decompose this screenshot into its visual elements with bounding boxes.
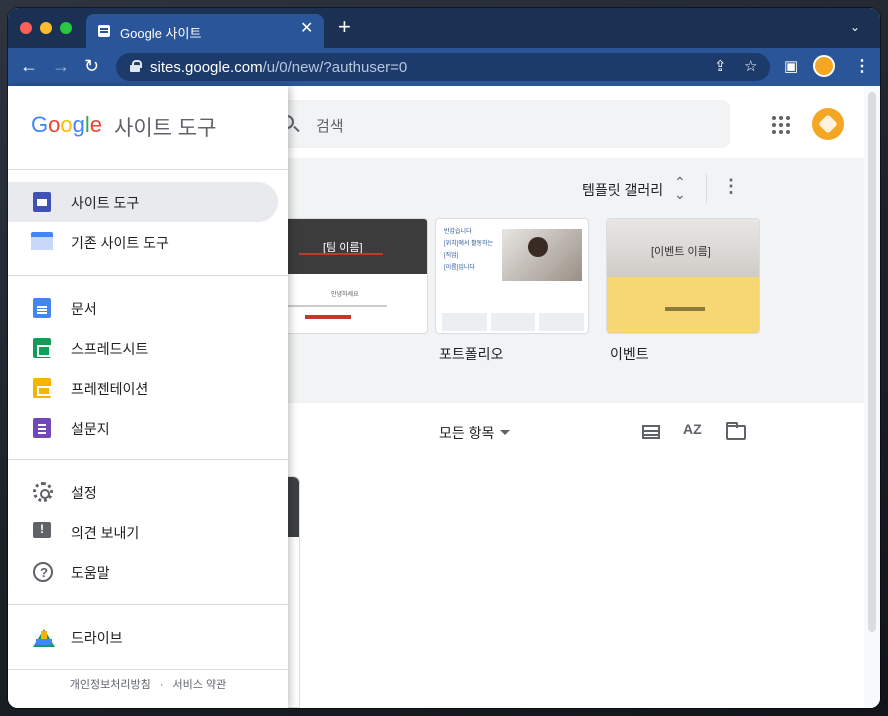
drawer-footer: 개인정보처리방침 · 서비스 약관: [8, 676, 288, 692]
bookmark-star-icon[interactable]: ☆: [744, 57, 757, 75]
side-panel-icon[interactable]: ▣: [784, 57, 798, 75]
maximize-window-button[interactable]: [60, 22, 72, 34]
tab-strip: Google 사이트 ✕ + ⌄: [8, 8, 880, 48]
terms-of-service-link[interactable]: 서비스 약관: [173, 679, 227, 691]
drawer-header: Google 사이트 도구: [8, 86, 288, 170]
drawer-section-drive: 드라이브: [8, 605, 288, 670]
share-icon[interactable]: ⇪: [714, 57, 727, 75]
product-name[interactable]: 사이트 도구: [114, 112, 216, 142]
drawer-item-classic-sites[interactable]: 기존 사이트 도구: [8, 222, 278, 262]
tab-search-icon[interactable]: ⌄: [850, 20, 860, 34]
drawer-scrim[interactable]: [288, 86, 864, 708]
reload-icon[interactable]: ↻: [84, 55, 99, 77]
browser-tab[interactable]: Google 사이트 ✕: [86, 14, 324, 48]
browser-menu-icon[interactable]: ⋮: [854, 56, 870, 76]
drawer-item-drive[interactable]: 드라이브: [8, 617, 278, 657]
drawer-item-slides[interactable]: 프레젠테이션: [8, 368, 278, 408]
forward-icon[interactable]: →: [52, 55, 70, 77]
close-window-button[interactable]: [20, 22, 32, 34]
drawer-item-label: 문서: [71, 301, 97, 317]
drawer-item-sheets[interactable]: 스프레드시트: [8, 328, 278, 368]
url-text[interactable]: sites.google.com/u/0/new/?authuser=0: [150, 59, 407, 76]
browser-window: Google 사이트 ✕ + ⌄ ← → ↻ sites.google.com/…: [8, 8, 880, 708]
tab-close-icon[interactable]: ✕: [300, 21, 313, 37]
tab-title: Google 사이트: [120, 26, 202, 41]
drawer-section-apps: 문서 스프레드시트 프레젠테이션 설문지: [8, 276, 288, 460]
drawer-item-help[interactable]: 도움말: [8, 552, 278, 592]
drawer-item-forms[interactable]: 설문지: [8, 408, 278, 448]
url-path: /u/0/new/?authuser=0: [262, 59, 408, 76]
drawer-item-label: 의견 보내기: [71, 525, 140, 541]
drawer-item-label: 설정: [71, 485, 97, 501]
slides-icon: [33, 378, 51, 398]
drawer-item-label: 도움말: [71, 565, 110, 581]
classic-sites-icon: [31, 232, 53, 250]
drive-icon: [33, 629, 55, 647]
sites-icon: [33, 192, 51, 212]
privacy-policy-link[interactable]: 개인정보처리방침: [70, 679, 151, 691]
lock-icon[interactable]: [130, 60, 142, 72]
drawer-item-label: 사이트 도구: [71, 195, 140, 211]
drawer-item-label: 드라이브: [71, 630, 123, 646]
minimize-window-button[interactable]: [40, 22, 52, 34]
profile-avatar-icon[interactable]: [813, 55, 835, 77]
address-bar[interactable]: sites.google.com/u/0/new/?authuser=0 ⇪ ☆: [116, 53, 770, 81]
drawer-item-feedback[interactable]: 의견 보내기: [8, 512, 278, 552]
drawer-item-label: 스프레드시트: [71, 341, 149, 357]
drawer-item-label: 프레젠테이션: [71, 381, 149, 397]
browser-toolbar: ← → ↻ sites.google.com/u/0/new/?authuser…: [8, 48, 880, 86]
drawer-item-label: 설문지: [71, 421, 110, 437]
new-tab-button[interactable]: +: [338, 16, 351, 38]
drawer-section-sites: 사이트 도구 기존 사이트 도구: [8, 170, 288, 276]
sheets-icon: [33, 338, 51, 358]
sites-favicon-icon: [98, 25, 110, 37]
navigation-drawer: Google 사이트 도구 사이트 도구 기존 사이트 도구 문서 스프레드시트: [8, 86, 288, 708]
forms-icon: [33, 418, 51, 438]
feedback-icon: [33, 522, 51, 538]
docs-icon: [33, 298, 51, 318]
scrollbar-thumb[interactable]: [868, 92, 876, 632]
drawer-item-settings[interactable]: 설정: [8, 472, 278, 512]
page-scrollbar[interactable]: [864, 86, 880, 708]
footer-separator: ·: [159, 679, 164, 691]
url-host: sites.google.com: [150, 59, 263, 76]
drawer-section-support: 설정 의견 보내기 도움말: [8, 460, 288, 605]
help-icon: [33, 562, 53, 582]
back-icon[interactable]: ←: [20, 55, 38, 77]
drawer-item-sites[interactable]: 사이트 도구: [8, 182, 278, 222]
drawer-item-label: 기존 사이트 도구: [71, 235, 169, 251]
google-logo[interactable]: Google: [31, 112, 102, 138]
drawer-item-docs[interactable]: 문서: [8, 288, 278, 328]
settings-icon: [33, 482, 53, 502]
